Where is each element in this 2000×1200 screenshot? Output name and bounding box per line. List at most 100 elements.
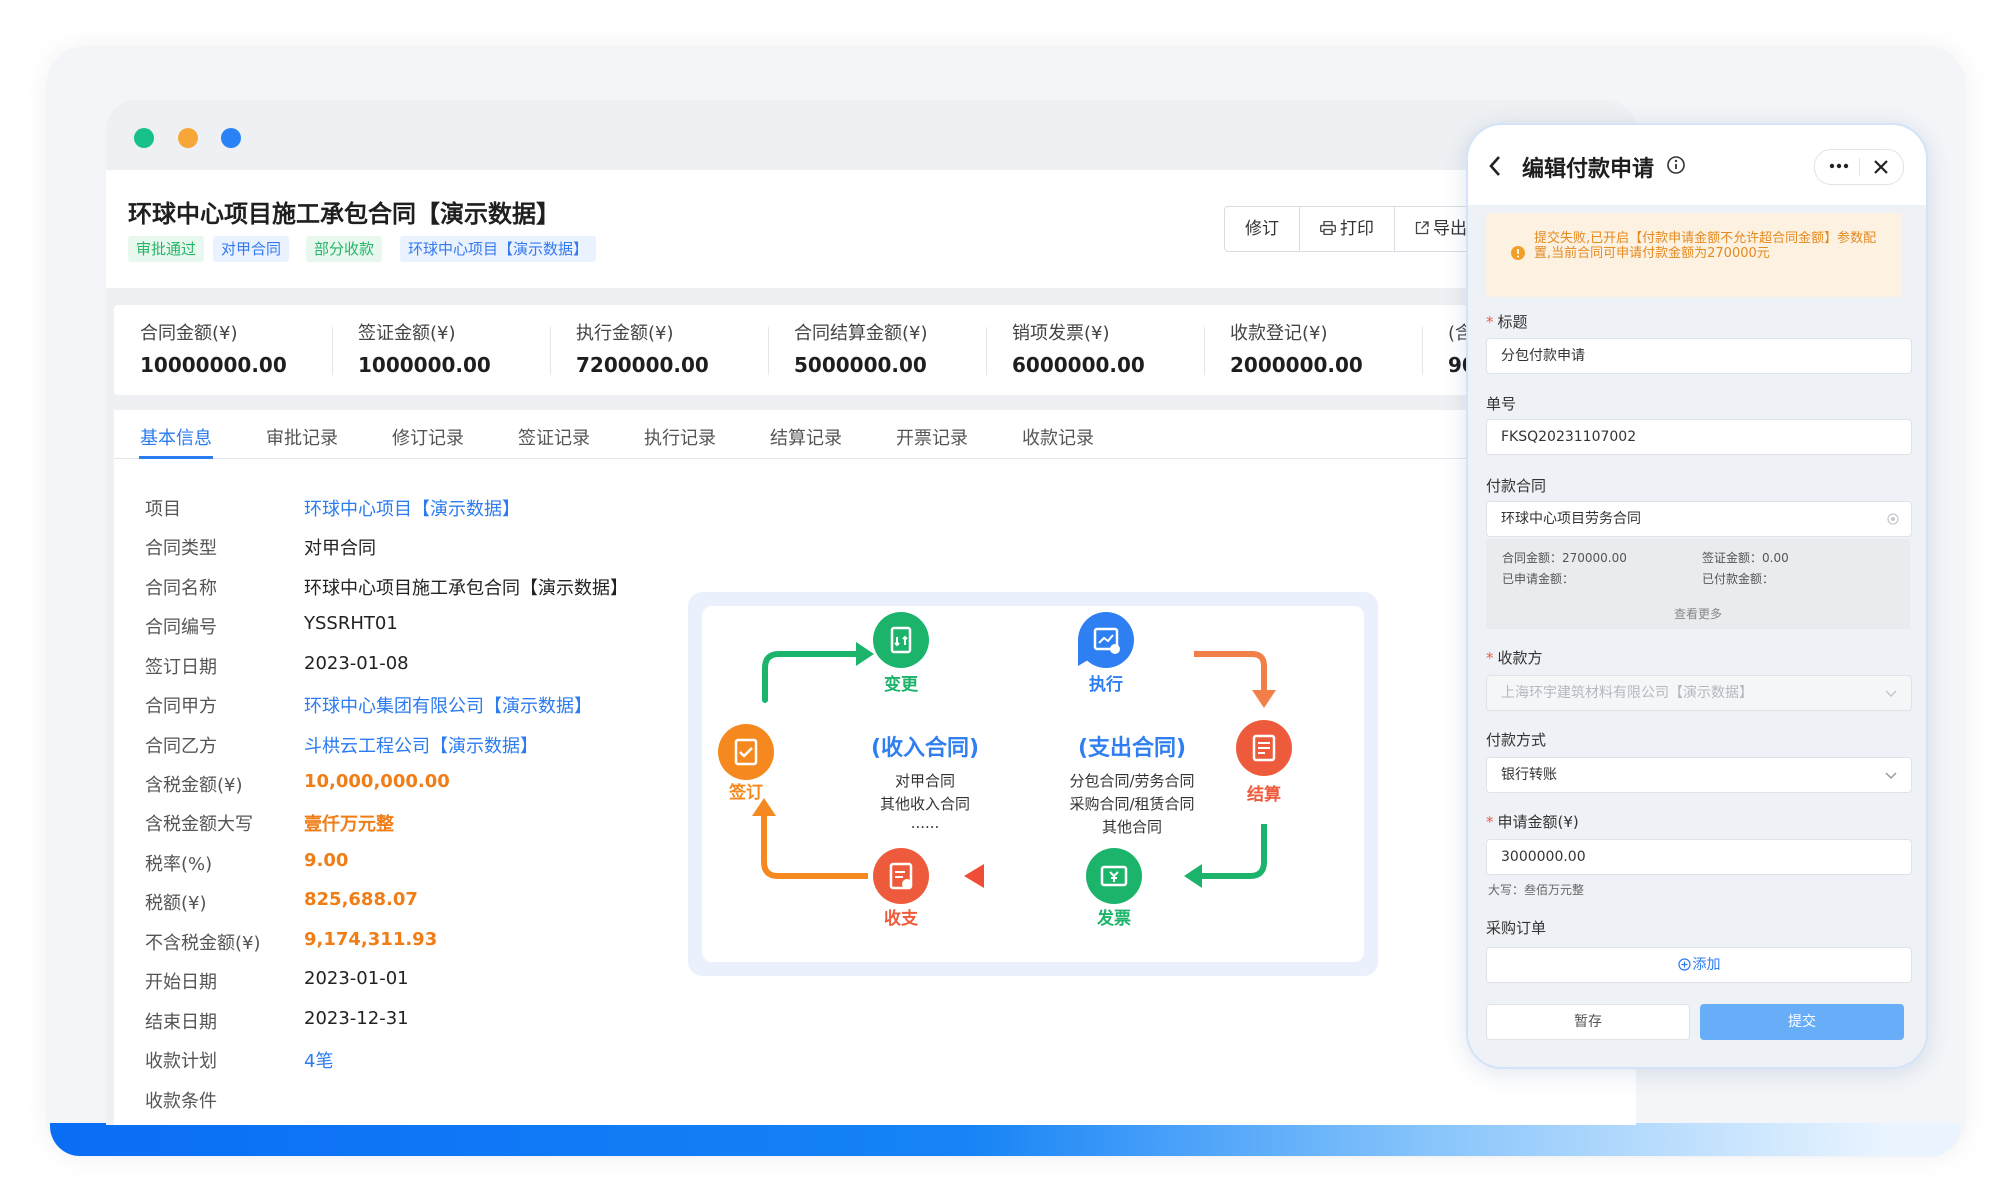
info-party-a-link[interactable]: 环球中心集团有限公司【演示数据】 <box>304 692 592 718</box>
amount-field-label: * 申请金额(¥) <box>1486 811 1579 832</box>
info-label: 收款条件 <box>145 1091 217 1112</box>
title-input[interactable]: 分包付款申请 <box>1486 338 1912 374</box>
tab-invoice-records[interactable]: 开票记录 <box>896 424 968 450</box>
back-arrow-icon[interactable] <box>1488 155 1502 177</box>
income-item: 对甲合同 <box>894 772 955 790</box>
type-badge: 对甲合同 <box>213 236 290 262</box>
change-node-icon[interactable] <box>873 612 929 668</box>
tab-approval-records[interactable]: 审批记录 <box>266 424 338 450</box>
bottom-gradient-bar <box>50 1123 1960 1156</box>
info-project-link[interactable]: 环球中心项目【演示数据】 <box>304 495 520 521</box>
divider <box>1422 327 1423 375</box>
tab-visa-records[interactable]: 签证记录 <box>518 424 590 450</box>
tab-settlement-records[interactable]: 结算记录 <box>770 424 842 450</box>
save-draft-button[interactable]: 暂存 <box>1486 1004 1690 1040</box>
submit-button[interactable]: 提交 <box>1700 1004 1904 1040</box>
divider <box>550 327 551 375</box>
number-input[interactable]: FKSQ20231107002 <box>1486 419 1912 455</box>
chart-execute-icon <box>1093 627 1120 654</box>
info-label: 合同名称 <box>145 578 217 599</box>
info-value: 2023-01-08 <box>304 653 409 674</box>
invoice-icon <box>1100 865 1128 887</box>
contract-amount-text: 合同金额：270000.00 <box>1502 551 1627 565</box>
arrow-invoice-to-payment-head <box>964 864 984 888</box>
info-value: YSSRHT01 <box>304 613 398 634</box>
settle-node-icon[interactable] <box>1236 720 1292 776</box>
add-circle-icon <box>1677 958 1691 971</box>
clear-circle-icon[interactable] <box>1887 513 1899 525</box>
stat-label: 合同结算金额(¥) <box>794 323 928 344</box>
tab-execution-records[interactable]: 执行记录 <box>644 424 716 450</box>
stat-visa-amount: 签证金额(¥) 1000000.00 <box>358 319 558 377</box>
print-button-label: 打印 <box>1340 219 1374 239</box>
expense-item: 采购合同/租赁合同 <box>1069 795 1195 813</box>
export-button-label: 导出 <box>1433 219 1467 239</box>
stat-execution-amount: 执行金额(¥) 7200000.00 <box>576 319 776 377</box>
payment-method-value: 银行转账 <box>1501 767 1557 783</box>
required-mark: * <box>1486 649 1494 667</box>
divider <box>1859 158 1860 176</box>
stat-collection-register: 收款登记(¥) 2000000.00 <box>1230 319 1430 377</box>
info-plan-link[interactable]: 4笔 <box>304 1047 333 1073</box>
sign-node-icon[interactable] <box>718 724 774 780</box>
contract-summary-box: 合同金额：270000.00 签证金额：0.00 已申请金额： 已付款金额： 查… <box>1486 539 1910 629</box>
info-icon[interactable] <box>1666 155 1686 175</box>
stat-label: 收款登记(¥) <box>1230 323 1328 344</box>
po-field-label: 采购订单 <box>1486 919 1547 937</box>
payment-node-icon[interactable] <box>873 848 929 904</box>
info-value: 9,174,311.93 <box>304 929 438 950</box>
info-value: 壹仟万元整 <box>304 814 394 835</box>
info-label: 合同甲方 <box>145 696 217 717</box>
amount-input[interactable]: 3000000.00 <box>1486 839 1912 875</box>
revise-button[interactable]: 修订 <box>1225 207 1300 251</box>
income-contract-heading: (收入合同) <box>870 736 980 761</box>
method-field-label: 付款方式 <box>1486 731 1547 749</box>
status-badge: 审批通过 <box>128 236 205 262</box>
payee-select[interactable]: 上海环宇建筑材料有限公司【演示数据】 <box>1486 675 1912 711</box>
collection-badge: 部分收款 <box>306 236 383 262</box>
close-icon[interactable] <box>1873 159 1889 175</box>
payee-field-label: * 收款方 <box>1486 647 1543 668</box>
info-value: 2023-12-31 <box>304 1008 409 1029</box>
visa-amount-text: 签证金额：0.00 <box>1702 551 1789 565</box>
paid-amount-text: 已付款金额： <box>1702 572 1775 586</box>
info-label: 项目 <box>145 499 181 520</box>
invoice-node-icon[interactable] <box>1086 848 1142 904</box>
info-party-b-link[interactable]: 斗栱云工程公司【演示数据】 <box>304 732 538 758</box>
payee-select-value: 上海环宇建筑材料有限公司【演示数据】 <box>1501 685 1753 701</box>
chevron-down-icon <box>1885 772 1897 780</box>
title-field-label: * 标题 <box>1486 311 1528 332</box>
warning-icon <box>1511 246 1525 260</box>
payment-request-panel: 编辑付款申请 提交失败,已开启【付款申请金额不允许超合同金额】参数配置,当前合同… <box>1466 123 1928 1069</box>
tab-revision-records[interactable]: 修订记录 <box>392 424 464 450</box>
contract-select[interactable]: 环球中心项目劳务合同 <box>1486 501 1912 537</box>
divider <box>332 327 333 375</box>
add-po-button[interactable]: 添加 <box>1486 947 1912 983</box>
chevron-down-icon <box>1885 690 1897 698</box>
execute-node-icon[interactable] <box>1078 612 1134 668</box>
action-toolbar: 修订 打印 导出 <box>1224 206 1488 252</box>
required-mark: * <box>1486 313 1494 331</box>
panel-menu-pill <box>1814 149 1904 185</box>
more-dots-icon[interactable] <box>1829 162 1849 170</box>
window-dot-blue-icon[interactable] <box>221 128 241 148</box>
info-label: 税额(¥) <box>145 893 207 914</box>
page-title: 环球中心项目施工承包合同【演示数据】 <box>128 200 560 228</box>
arrow-sign-to-change <box>762 651 865 703</box>
project-badge: 环球中心项目【演示数据】 <box>400 236 597 262</box>
arrow-execute-to-settle <box>1194 651 1267 694</box>
window-dot-green-icon[interactable] <box>134 128 154 148</box>
arrow-settle-to-invoice-head <box>1184 864 1202 888</box>
print-button[interactable]: 打印 <box>1300 207 1395 251</box>
stat-label: 合同金额(¥) <box>140 323 238 344</box>
view-more-link[interactable]: 查看更多 <box>1486 605 1910 622</box>
tab-basic-info[interactable]: 基本信息 <box>140 424 212 450</box>
payment-method-select[interactable]: 银行转账 <box>1486 757 1912 793</box>
window-dot-orange-icon[interactable] <box>178 128 198 148</box>
settlement-icon <box>1252 734 1276 762</box>
contract-header: 环球中心项目施工承包合同【演示数据】 审批通过 对甲合同 部分收款 环球中心项目… <box>106 170 1636 288</box>
tab-collection-records[interactable]: 收款记录 <box>1022 424 1094 450</box>
info-label: 不含税金额(¥) <box>145 933 261 954</box>
info-label: 结束日期 <box>145 1012 217 1033</box>
payee-label-text: 收款方 <box>1497 649 1543 667</box>
